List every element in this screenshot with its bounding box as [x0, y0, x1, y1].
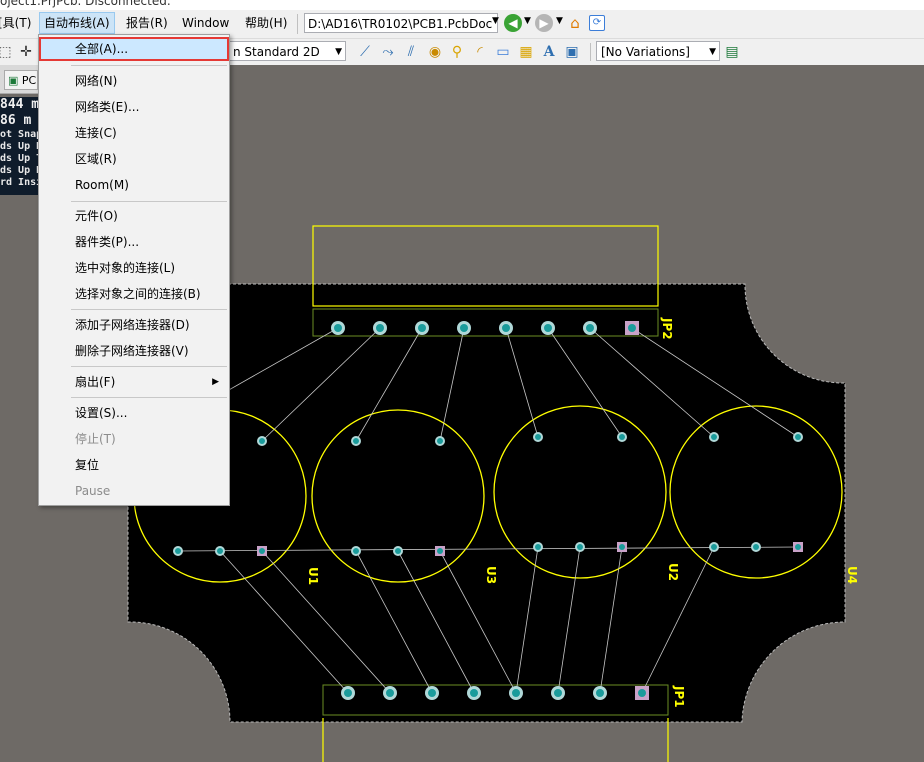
menu-item-fanout-label: 扇出(F) — [75, 375, 116, 389]
window-title: oject1.PrjPcb. Disconnected. — [0, 0, 171, 8]
board-insight-icon[interactable]: ▤ — [723, 43, 741, 61]
variations-value: [No Variations] — [601, 45, 690, 59]
menu-item-connections-between[interactable]: 选择对象之间的连接(B) — [39, 282, 229, 306]
variations-combo[interactable]: [No Variations] ▼ — [596, 41, 720, 61]
menu-item-remove-subnet-jumper[interactable]: 删除子网络连接器(V) — [39, 339, 229, 363]
refresh-icon[interactable]: ⟳ — [589, 15, 605, 31]
menu-help[interactable]: 帮助(H) — [241, 13, 291, 33]
view-mode-combo[interactable]: n Standard 2D ▼ — [228, 41, 346, 61]
menu-separator — [71, 65, 227, 66]
heads-up-display: 844 m 86 m ot Snap ds Up D ds Up Ti ds U… — [0, 97, 40, 195]
fill-icon[interactable]: ▭ — [494, 43, 512, 61]
hud-line: ds Up D — [0, 165, 40, 176]
menu-window[interactable]: Window — [178, 13, 233, 33]
menu-item-selected-connections[interactable]: 选中对象的连接(L) — [39, 256, 229, 280]
menu-item-connection[interactable]: 连接(C) — [39, 121, 229, 145]
designator-u1: U1 — [306, 567, 320, 585]
menu-item-net-class[interactable]: 网络类(E)... — [39, 95, 229, 119]
menu-item-component-class[interactable]: 器件类(P)... — [39, 230, 229, 254]
menubar-separator — [297, 14, 298, 34]
arc-icon[interactable]: ◜ — [471, 43, 489, 61]
home-icon[interactable]: ⌂ — [566, 14, 584, 32]
window-title-bar: oject1.PrjPcb. Disconnected. — [0, 0, 924, 10]
menu-reports[interactable]: 报告(R) — [122, 13, 172, 33]
via-icon[interactable]: ◉ — [426, 43, 444, 61]
menu-item-pause: Pause — [75, 484, 111, 498]
menu-item-area[interactable]: 区域(R) — [39, 147, 229, 171]
multi-route-icon[interactable]: ⤳ — [379, 43, 397, 61]
menu-item-route-all[interactable]: 全部(A)... — [39, 37, 229, 61]
hud-line: rd Insig — [0, 177, 40, 188]
chevron-down-icon: ▼ — [335, 47, 342, 57]
designator-u2: U2 — [666, 563, 680, 581]
autoroute-dropdown-menu: 全部(A)... 网络(N) 网络类(E)... 连接(C) 区域(R) Roo… — [38, 34, 230, 506]
pad-icon[interactable]: ⚲ — [448, 43, 466, 61]
menu-item-net[interactable]: 网络(N) — [39, 69, 229, 93]
menu-item-setup[interactable]: 设置(S)... — [39, 401, 229, 425]
diff-pair-route-icon[interactable]: ⫽ — [402, 43, 420, 61]
menu-separator — [71, 309, 227, 310]
menu-item-stop: 停止(T) — [75, 432, 116, 446]
menu-separator — [71, 397, 227, 398]
forward-dropdown-icon[interactable]: ▼ — [556, 16, 563, 26]
menu-item-add-subnet-jumper[interactable]: 添加子网络连接器(D) — [39, 313, 229, 337]
interactive-route-icon[interactable]: ⟋ — [356, 43, 374, 61]
menu-item-reset[interactable]: 复位 — [39, 453, 229, 477]
board-outline — [127, 283, 846, 723]
menu-tools[interactable]: [具(T) — [0, 13, 35, 33]
hud-line: 844 m — [0, 97, 40, 112]
toolbar-separator — [590, 43, 591, 61]
menu-separator — [71, 366, 227, 367]
string-icon[interactable]: A — [540, 43, 558, 61]
hud-line: ds Up D — [0, 141, 40, 152]
path-dropdown-icon[interactable]: ▼ — [492, 16, 499, 26]
document-path-field[interactable]: D:\AD16\TR0102\PCB1.PcbDoc — [304, 13, 498, 33]
designator-jp2: JP2 — [660, 317, 674, 340]
back-arrow-icon[interactable]: ◀ — [504, 14, 522, 32]
hud-line: 86 m — [0, 113, 32, 128]
submenu-arrow-icon: ▶ — [212, 377, 219, 387]
designator-jp1: JP1 — [672, 685, 686, 708]
designator-u4: U4 — [845, 566, 859, 584]
menu-autoroute[interactable]: 自动布线(A) — [39, 12, 115, 34]
hud-line: ds Up Ti — [0, 153, 40, 164]
menu-separator — [71, 201, 227, 202]
component-icon[interactable]: ▣ — [563, 43, 581, 61]
select-icon[interactable]: ⬚ — [0, 43, 14, 61]
tab-pcb-document[interactable]: ▣ PC — [4, 70, 38, 90]
chevron-down-icon: ▼ — [709, 47, 716, 57]
pcb-doc-icon: ▣ — [8, 74, 19, 87]
hud-line: ot Snap — [0, 129, 40, 140]
forward-arrow-icon[interactable]: ▶ — [535, 14, 553, 32]
designator-u3: U3 — [484, 566, 498, 584]
menu-item-room[interactable]: Room(M) — [39, 173, 229, 197]
move-icon[interactable]: ✛ — [17, 43, 35, 61]
back-dropdown-icon[interactable]: ▼ — [524, 16, 531, 26]
view-mode-value: n Standard 2D — [233, 45, 320, 59]
menu-item-component[interactable]: 元件(O) — [39, 204, 229, 228]
menu-item-fanout[interactable]: 扇出(F) ▶ — [39, 370, 229, 394]
polygon-icon[interactable]: ▦ — [517, 43, 535, 61]
tab-label: PC — [21, 74, 37, 87]
